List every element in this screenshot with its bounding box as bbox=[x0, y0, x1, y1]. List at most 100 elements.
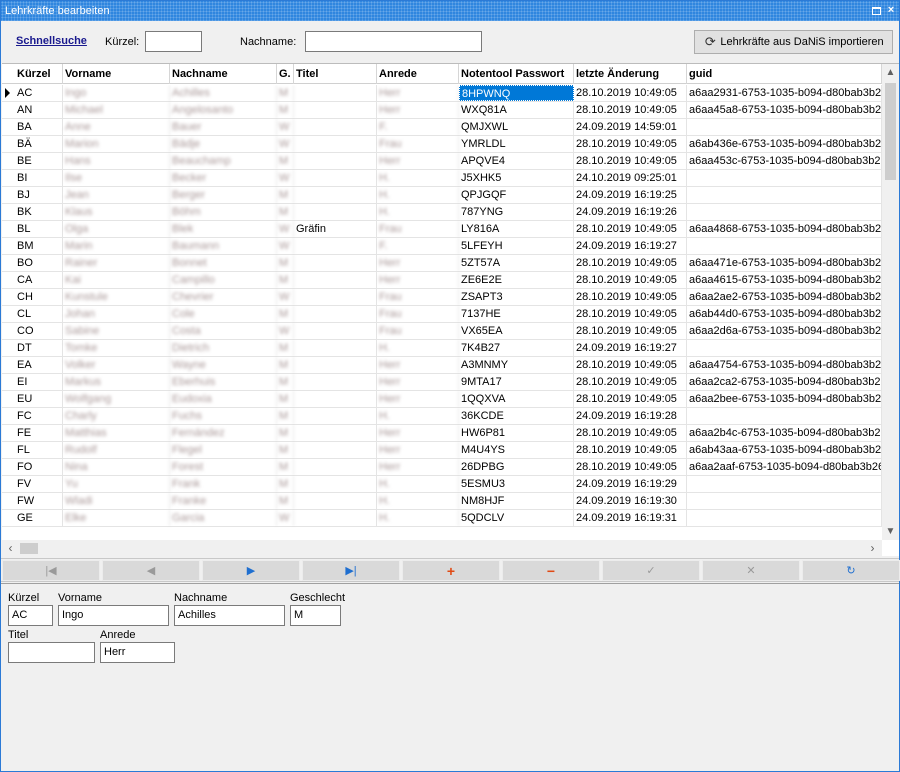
col-kuerzel-cell[interactable]: CH bbox=[15, 289, 63, 305]
table-row[interactable]: CH Kunstule Chevrier W Frau ZSAPT3 28.10.2019 … bbox=[2, 289, 882, 306]
col-passwort-cell[interactable]: 5ZT57A bbox=[459, 255, 574, 271]
col-guid-cell[interactable]: a6aa2b4c-6753-1035-b094-d80bab3b26 bbox=[687, 425, 882, 441]
col-vorname-cell[interactable]: Elke bbox=[63, 510, 170, 526]
col-passwort-cell[interactable]: 1QQXVA bbox=[459, 391, 574, 407]
col-guid-cell[interactable]: a6aa4615-6753-1035-b094-d80bab3b26 bbox=[687, 272, 882, 288]
col-passwort-cell[interactable]: ZE6E2E bbox=[459, 272, 574, 288]
col-anrede-cell[interactable]: Frau bbox=[377, 136, 459, 152]
col-passwort-cell[interactable]: 7K4B27 bbox=[459, 340, 574, 356]
col-titel-cell[interactable] bbox=[294, 255, 377, 271]
col-passwort-cell[interactable]: 7137HE bbox=[459, 306, 574, 322]
nav-last-button[interactable]: ▶| bbox=[302, 560, 400, 581]
table-row[interactable]: BE Hans Beauchamp M Herr APQVE4 28.10.2019 10:… bbox=[2, 153, 882, 170]
col-anrede-cell[interactable]: Frau bbox=[377, 306, 459, 322]
col-guid-cell[interactable] bbox=[687, 408, 882, 424]
col-passwort-cell[interactable]: 36KCDE bbox=[459, 408, 574, 424]
table-row[interactable]: BL Olga Blek W Gräfin Frau LY816A 28.10.2019 10… bbox=[2, 221, 882, 238]
col-titel-cell[interactable] bbox=[294, 323, 377, 339]
col-passwort-cell[interactable]: LY816A bbox=[459, 221, 574, 237]
col-titel-cell[interactable] bbox=[294, 476, 377, 492]
col-passwort-cell[interactable]: 787YNG bbox=[459, 204, 574, 220]
col-aenderung-cell[interactable]: 28.10.2019 10:49:05 bbox=[574, 374, 687, 390]
col-aenderung-cell[interactable]: 28.10.2019 10:49:05 bbox=[574, 459, 687, 475]
col-vorname-cell[interactable]: Olga bbox=[63, 221, 170, 237]
table-row[interactable]: GE Elke Garcia W H. 5QDCLV 24.09.2019 16:19:31 bbox=[2, 510, 882, 527]
col-guid-cell[interactable] bbox=[687, 476, 882, 492]
col-geschlecht-cell[interactable]: W bbox=[277, 289, 294, 305]
col-geschlecht-cell[interactable]: M bbox=[277, 102, 294, 118]
col-guid-cell[interactable]: a6aa4868-6753-1035-b094-d80bab3b26 bbox=[687, 221, 882, 237]
col-kuerzel-cell[interactable]: FL bbox=[15, 442, 63, 458]
col-kuerzel-cell[interactable]: FC bbox=[15, 408, 63, 424]
col-anrede-cell[interactable]: Herr bbox=[377, 374, 459, 390]
col-geschlecht-cell[interactable]: W bbox=[277, 221, 294, 237]
col-kuerzel-cell[interactable]: FW bbox=[15, 493, 63, 509]
col-anrede-cell[interactable]: Herr bbox=[377, 255, 459, 271]
col-nachname-cell[interactable]: Fuchs bbox=[170, 408, 277, 424]
col-geschlecht-cell[interactable]: M bbox=[277, 187, 294, 203]
col-anrede-cell[interactable]: Herr bbox=[377, 357, 459, 373]
col-passwort-header[interactable]: Notentool Passwort bbox=[459, 64, 574, 84]
col-guid-cell[interactable] bbox=[687, 493, 882, 509]
col-kuerzel-cell[interactable]: BL bbox=[15, 221, 63, 237]
col-titel-cell[interactable] bbox=[294, 187, 377, 203]
col-titel-cell[interactable] bbox=[294, 238, 377, 254]
col-guid-cell[interactable]: a6aa471e-6753-1035-b094-d80bab3b26 bbox=[687, 255, 882, 271]
col-passwort-cell[interactable]: WXQ81A bbox=[459, 102, 574, 118]
col-geschlecht-cell[interactable]: W bbox=[277, 323, 294, 339]
col-passwort-cell[interactable]: 8HPWNQ bbox=[459, 85, 574, 101]
table-row[interactable]: DT Tomke Dietrich M H. 7K4B27 24.09.2019 16:19… bbox=[2, 340, 882, 357]
col-geschlecht-cell[interactable]: M bbox=[277, 425, 294, 441]
col-geschlecht-cell[interactable]: M bbox=[277, 476, 294, 492]
col-titel-cell[interactable] bbox=[294, 493, 377, 509]
col-nachname-cell[interactable]: Forest bbox=[170, 459, 277, 475]
col-titel-cell[interactable] bbox=[294, 442, 377, 458]
col-nachname-cell[interactable]: Eudoxia bbox=[170, 391, 277, 407]
nav-cancel-button[interactable]: ✕ bbox=[702, 560, 800, 581]
col-kuerzel-cell[interactable]: EI bbox=[15, 374, 63, 390]
col-nachname-cell[interactable]: Costa bbox=[170, 323, 277, 339]
col-vorname-cell[interactable]: Charly bbox=[63, 408, 170, 424]
col-geschlecht-cell[interactable]: M bbox=[277, 391, 294, 407]
nav-first-button[interactable]: |◀ bbox=[2, 560, 100, 581]
col-anrede-cell[interactable]: H. bbox=[377, 204, 459, 220]
table-row[interactable]: AN Michael Angelosanto M Herr WXQ81A 28.10.201… bbox=[2, 102, 882, 119]
col-aenderung-cell[interactable]: 28.10.2019 10:49:05 bbox=[574, 102, 687, 118]
col-guid-cell[interactable]: a6aa2bee-6753-1035-b094-d80bab3b26 bbox=[687, 391, 882, 407]
col-vorname-cell[interactable]: Marin bbox=[63, 238, 170, 254]
col-vorname-cell[interactable]: Rudolf bbox=[63, 442, 170, 458]
col-aenderung-cell[interactable]: 28.10.2019 10:49:05 bbox=[574, 153, 687, 169]
col-nachname-cell[interactable]: Böhm bbox=[170, 204, 277, 220]
col-passwort-cell[interactable]: 26DPBG bbox=[459, 459, 574, 475]
nav-insert-button[interactable]: + bbox=[402, 560, 500, 581]
table-row[interactable]: FC Charly Fuchs M H. 36KCDE 24.09.2019 16:19:2… bbox=[2, 408, 882, 425]
col-aenderung-cell[interactable]: 24.09.2019 16:19:25 bbox=[574, 187, 687, 203]
col-nachname-cell[interactable]: Berger bbox=[170, 187, 277, 203]
col-anrede-cell[interactable]: Herr bbox=[377, 102, 459, 118]
col-kuerzel-cell[interactable]: CO bbox=[15, 323, 63, 339]
col-anrede-header[interactable]: Anrede bbox=[377, 64, 459, 84]
col-aenderung-cell[interactable]: 24.09.2019 16:19:27 bbox=[574, 340, 687, 356]
vorname-field[interactable]: Ingo bbox=[58, 605, 169, 626]
col-passwort-cell[interactable]: J5XHK5 bbox=[459, 170, 574, 186]
table-row[interactable]: BA Anne Bauer W F. QMJXWL 24.09.2019 14:59:01 bbox=[2, 119, 882, 136]
geschlecht-field[interactable]: M bbox=[290, 605, 341, 626]
col-passwort-cell[interactable]: HW6P81 bbox=[459, 425, 574, 441]
col-kuerzel-cell[interactable]: FO bbox=[15, 459, 63, 475]
col-guid-cell[interactable]: a6ab436e-6753-1035-b094-d80bab3b26 bbox=[687, 136, 882, 152]
col-geschlecht-cell[interactable]: M bbox=[277, 493, 294, 509]
table-row[interactable]: BO Rainer Bonnet M Herr 5ZT57A 28.10.2019 10:4… bbox=[2, 255, 882, 272]
col-aenderung-cell[interactable]: 28.10.2019 10:49:05 bbox=[574, 136, 687, 152]
col-guid-cell[interactable]: a6aa4754-6753-1035-b094-d80bab3b26 bbox=[687, 357, 882, 373]
col-passwort-cell[interactable]: ZSAPT3 bbox=[459, 289, 574, 305]
col-kuerzel-cell[interactable]: FV bbox=[15, 476, 63, 492]
col-passwort-cell[interactable]: VX65EA bbox=[459, 323, 574, 339]
col-guid-cell[interactable] bbox=[687, 187, 882, 203]
col-anrede-cell[interactable]: H. bbox=[377, 408, 459, 424]
col-anrede-cell[interactable]: H. bbox=[377, 476, 459, 492]
col-titel-cell[interactable] bbox=[294, 306, 377, 322]
col-passwort-cell[interactable]: NM8HJF bbox=[459, 493, 574, 509]
col-nachname-cell[interactable]: Fernández bbox=[170, 425, 277, 441]
nachname-field[interactable]: Achilles bbox=[174, 605, 285, 626]
col-aenderung-cell[interactable]: 28.10.2019 10:49:05 bbox=[574, 442, 687, 458]
